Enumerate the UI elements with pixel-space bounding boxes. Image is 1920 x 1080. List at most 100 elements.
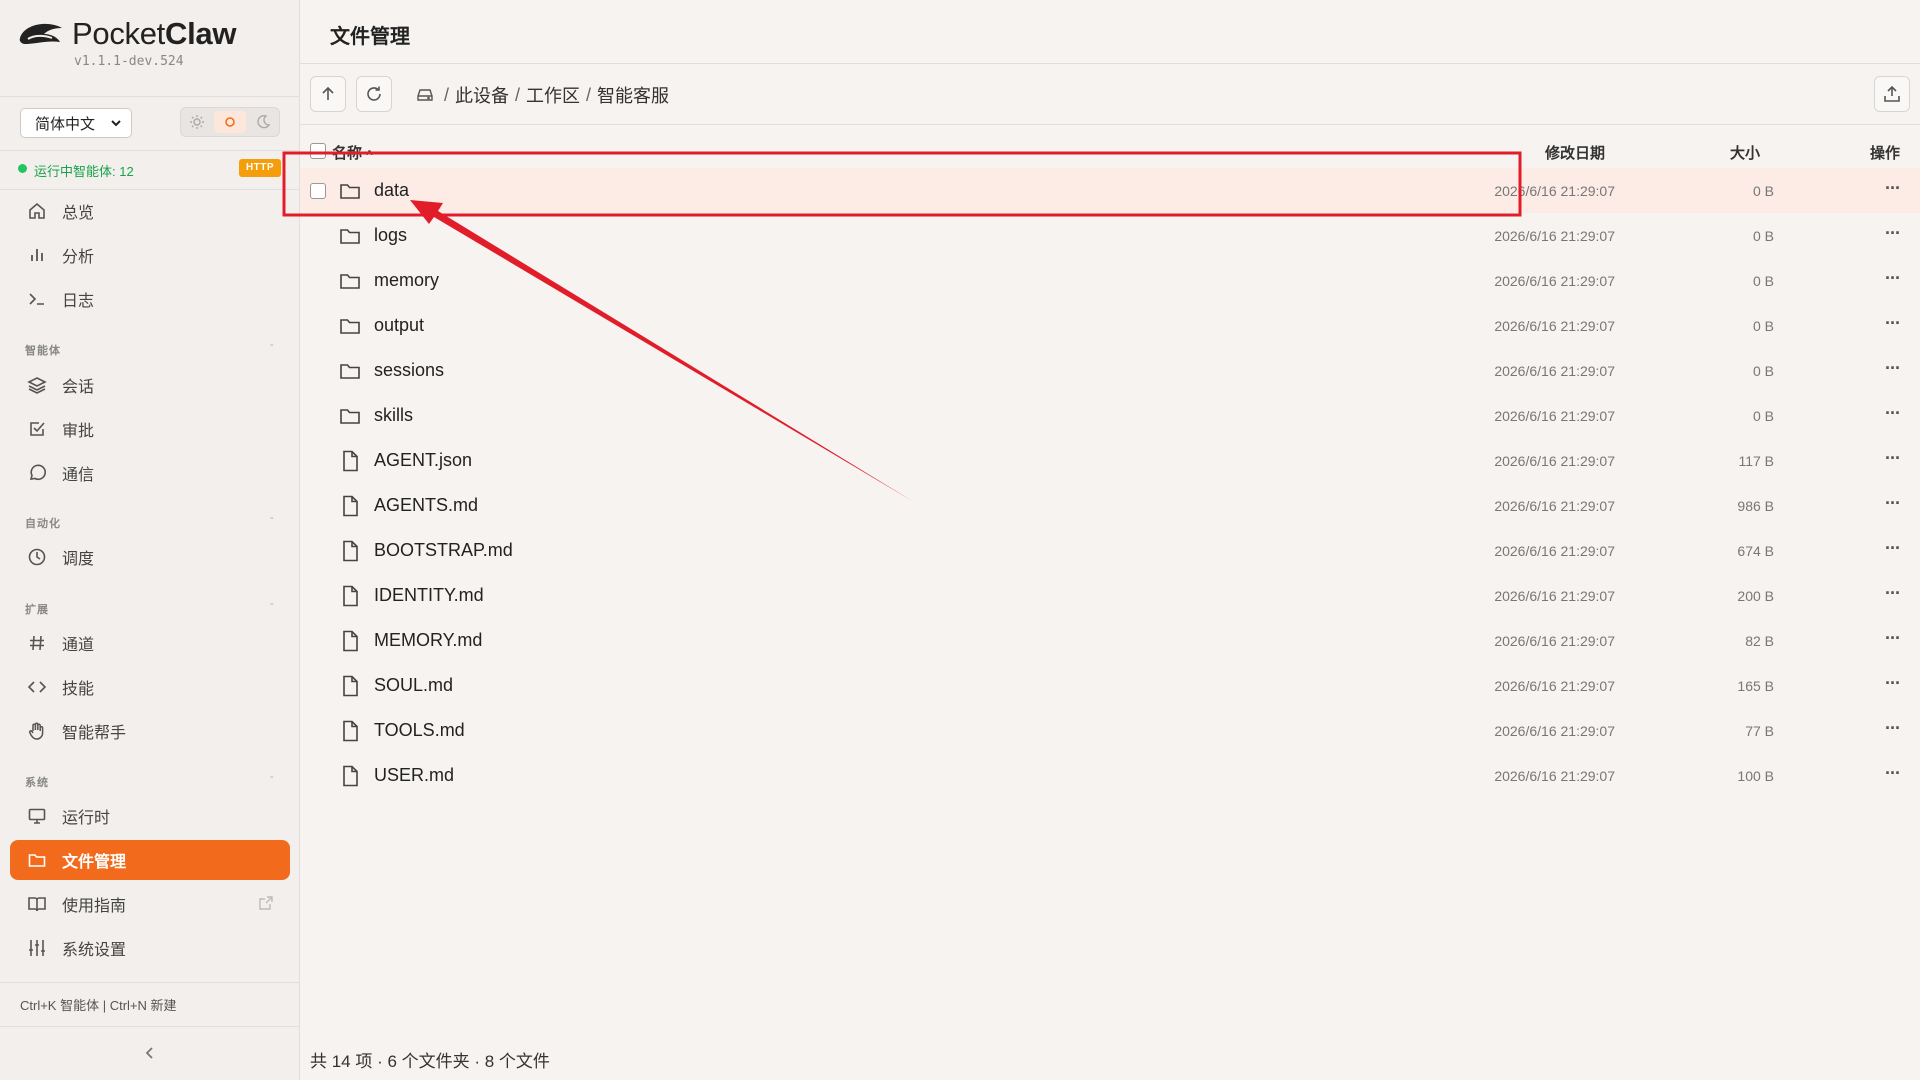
sidebar: PocketClaw v1.1.1-dev.524 简体中文 运行中智能体: 1… (0, 0, 300, 1080)
file-size: 0 B (1752, 363, 1774, 379)
file-name[interactable]: BOOTSTRAP.md (374, 540, 513, 561)
table-row[interactable]: memory 2026/6/16 21:29:07 0 B ··· (300, 258, 1920, 303)
sidebar-item-assistant[interactable]: 智能帮手 (10, 711, 290, 751)
drive-icon[interactable] (416, 86, 434, 104)
more-actions-button[interactable]: ··· (1885, 673, 1901, 694)
go-up-button[interactable] (310, 76, 346, 112)
file-icon (343, 585, 358, 607)
sidebar-item-messaging[interactable]: 通信 (10, 453, 290, 493)
column-header-size[interactable]: 大小 (1730, 142, 1760, 163)
more-actions-button[interactable]: ··· (1885, 583, 1901, 604)
sidebar-item-scheduler[interactable]: 调度 (10, 537, 290, 577)
more-actions-button[interactable]: ··· (1885, 358, 1901, 379)
table-row[interactable]: BOOTSTRAP.md 2026/6/16 21:29:07 674 B ··… (300, 528, 1920, 573)
more-actions-button[interactable]: ··· (1885, 718, 1901, 739)
sidebar-item-logs[interactable]: 日志 (10, 279, 290, 319)
file-name[interactable]: SOUL.md (374, 675, 453, 696)
table-row[interactable]: output 2026/6/16 21:29:07 0 B ··· (300, 303, 1920, 348)
file-size: 117 B (1738, 453, 1774, 469)
sidebar-item-approvals[interactable]: 审批 (10, 409, 290, 449)
table-row[interactable]: AGENTS.md 2026/6/16 21:29:07 986 B ··· (300, 483, 1920, 528)
file-modified-date: 2026/6/16 21:29:07 (1494, 678, 1615, 694)
breadcrumb-item-workspace[interactable]: 工作区 (526, 82, 580, 108)
table-row[interactable]: USER.md 2026/6/16 21:29:07 100 B ··· (300, 753, 1920, 798)
upload-button[interactable] (1874, 76, 1910, 112)
file-name[interactable]: data (374, 180, 409, 201)
more-actions-button[interactable]: ··· (1885, 628, 1901, 649)
more-actions-button[interactable]: ··· (1885, 178, 1901, 199)
sidebar-item-file-manager[interactable]: 文件管理 (10, 840, 290, 880)
language-select[interactable]: 简体中文 (20, 108, 132, 138)
table-row[interactable]: data 2026/6/16 21:29:07 0 B ··· (300, 168, 1920, 213)
table-row[interactable]: SOUL.md 2026/6/16 21:29:07 165 B ··· (300, 663, 1920, 708)
breadcrumb-item-device[interactable]: 此设备 (455, 82, 509, 108)
more-actions-button[interactable]: ··· (1885, 403, 1901, 424)
sidebar-item-skills[interactable]: 技能 (10, 667, 290, 707)
light-theme-button[interactable] (181, 108, 212, 136)
file-modified-date: 2026/6/16 21:29:07 (1494, 453, 1615, 469)
more-actions-button[interactable]: ··· (1885, 448, 1901, 469)
dark-theme-button[interactable] (248, 108, 279, 136)
more-actions-button[interactable]: ··· (1885, 763, 1901, 784)
table-row[interactable]: TOOLS.md 2026/6/16 21:29:07 77 B ··· (300, 708, 1920, 753)
file-name[interactable]: USER.md (374, 765, 454, 786)
sidebar-item-analytics[interactable]: 分析 (10, 235, 290, 275)
breadcrumb-item-current[interactable]: 智能客服 (597, 82, 669, 108)
file-modified-date: 2026/6/16 21:29:07 (1494, 363, 1615, 379)
sidebar-item-label: 技能 (62, 681, 95, 698)
more-actions-button[interactable]: ··· (1885, 313, 1901, 334)
more-actions-button[interactable]: ··· (1885, 493, 1901, 514)
file-name[interactable]: logs (374, 225, 407, 246)
section-toggle[interactable]: - (270, 339, 274, 351)
file-name[interactable]: TOOLS.md (374, 720, 465, 741)
file-name[interactable]: IDENTITY.md (374, 585, 484, 606)
column-header-date[interactable]: 修改日期 (1545, 142, 1605, 163)
column-header-actions: 操作 (1869, 145, 1900, 162)
language-select-value: 简体中文 (35, 115, 96, 133)
file-name[interactable]: sessions (374, 360, 444, 381)
section-toggle[interactable]: - (270, 598, 274, 610)
sidebar-item-channels[interactable]: 通道 (10, 623, 290, 663)
refresh-button[interactable] (356, 76, 392, 112)
sidebar-item-runtime[interactable]: 运行时 (10, 796, 290, 836)
home-icon (26, 200, 48, 222)
file-modified-date: 2026/6/16 21:29:07 (1494, 543, 1615, 559)
chevron-left-icon[interactable] (140, 1043, 160, 1063)
check-square-icon (26, 418, 48, 440)
file-modified-date: 2026/6/16 21:29:07 (1494, 768, 1615, 784)
sidebar-item-overview[interactable]: 总览 (10, 191, 290, 231)
file-name[interactable]: MEMORY.md (374, 630, 482, 651)
table-row[interactable]: AGENT.json 2026/6/16 21:29:07 117 B ··· (300, 438, 1920, 483)
upload-icon (1884, 85, 1900, 102)
sidebar-item-label: 日志 (62, 293, 95, 310)
table-row[interactable]: sessions 2026/6/16 21:29:07 0 B ··· (300, 348, 1920, 393)
file-name[interactable]: output (374, 315, 424, 336)
file-name[interactable]: skills (374, 405, 413, 426)
file-name[interactable]: memory (374, 270, 439, 291)
file-size: 165 B (1737, 678, 1774, 694)
file-name[interactable]: AGENT.json (374, 450, 472, 471)
system-theme-button[interactable] (214, 111, 246, 133)
more-actions-button[interactable]: ··· (1885, 538, 1901, 559)
sidebar-item-settings[interactable]: 系统设置 (10, 928, 290, 968)
file-icon (343, 540, 358, 562)
row-checkbox[interactable] (310, 183, 326, 199)
sidebar-item-label: 会话 (62, 379, 95, 396)
section-toggle[interactable]: - (270, 512, 274, 524)
more-actions-button[interactable]: ··· (1885, 223, 1901, 244)
table-row[interactable]: logs 2026/6/16 21:29:07 0 B ··· (300, 213, 1920, 258)
code-icon (26, 676, 48, 698)
more-actions-button[interactable]: ··· (1885, 268, 1901, 289)
sun-icon (189, 115, 204, 129)
file-name[interactable]: AGENTS.md (374, 495, 478, 516)
sidebar-item-guide[interactable]: 使用指南 (10, 884, 290, 924)
sidebar-item-label: 系统设置 (62, 942, 127, 959)
table-row[interactable]: skills 2026/6/16 21:29:07 0 B ··· (300, 393, 1920, 438)
section-toggle[interactable]: - (270, 771, 274, 783)
sidebar-item-sessions[interactable]: 会话 (10, 365, 290, 405)
table-row[interactable]: IDENTITY.md 2026/6/16 21:29:07 200 B ··· (300, 573, 1920, 618)
select-all-checkbox[interactable] (310, 143, 326, 159)
table-row[interactable]: MEMORY.md 2026/6/16 21:29:07 82 B ··· (300, 618, 1920, 663)
column-header-name[interactable]: 名称 ^ (332, 142, 373, 163)
file-icon (343, 675, 358, 697)
